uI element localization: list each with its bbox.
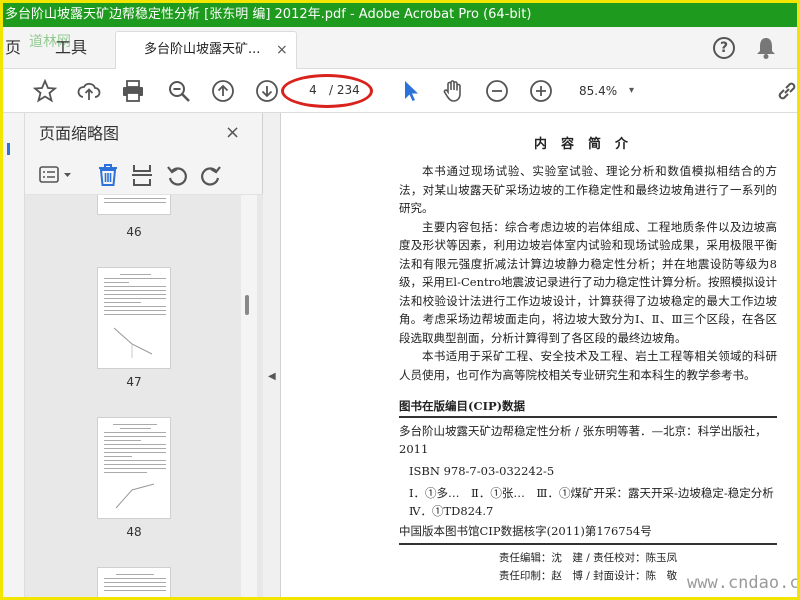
page-thumbnail[interactable] — [97, 417, 171, 519]
tab-bar: 页 道林网 工具 多台阶山坡露天矿... × ? — [3, 27, 797, 69]
thumbnail-panel: 页面缩略图 × 46 47 48 — [25, 113, 263, 597]
rotate-cw-icon[interactable] — [199, 163, 223, 187]
tab-home[interactable]: 页 — [5, 27, 21, 69]
cloud-upload-icon[interactable] — [77, 79, 101, 103]
close-tab-icon[interactable]: × — [276, 32, 288, 68]
page-heading: 内容简介 — [533, 137, 642, 152]
zoom-in-icon[interactable] — [529, 79, 553, 103]
active-panel-indicator — [7, 143, 10, 155]
collapse-arrow-icon[interactable]: ◀ — [268, 371, 276, 382]
help-icon[interactable]: ? — [713, 37, 735, 59]
thumbnail-page-number: 46 — [126, 225, 142, 239]
document-view[interactable]: 内容简介 本书通过现场试验、实验室试验、理论分析和数值模拟相结合的方法，对某山坡… — [281, 113, 797, 597]
bell-icon[interactable] — [755, 36, 777, 60]
main-toolbar: 4 / 234 85.4% ▾ — [3, 69, 797, 113]
extract-icon[interactable] — [131, 163, 153, 187]
thumbnail-toolbar — [25, 155, 263, 195]
thumbnail-page-number: 48 — [126, 525, 142, 539]
document-page: 内容简介 本书通过现场试验、实验室试验、理论分析和数值模拟相结合的方法，对某山坡… — [399, 133, 786, 585]
page-thumbnail[interactable] — [97, 267, 171, 369]
link-icon[interactable] — [775, 79, 799, 103]
page-number-highlight-oval — [281, 74, 373, 108]
page-options-icon[interactable] — [39, 165, 73, 185]
tab-tools[interactable]: 工具 — [55, 27, 87, 69]
cip-number: 中国版本图书馆CIP数据核字(2011)第176754号 — [399, 522, 777, 545]
scrollbar-thumb[interactable] — [245, 295, 249, 315]
page-down-icon[interactable] — [255, 79, 279, 103]
page-thumbnail[interactable] — [97, 567, 171, 597]
chevron-down-icon[interactable]: ▾ — [629, 79, 634, 103]
print-icon[interactable] — [121, 79, 145, 103]
delete-icon[interactable] — [97, 163, 119, 187]
cip-isbn: ISBN 978-7-03-032242-5 — [409, 464, 555, 478]
cip-subjects: Ⅰ．①多… Ⅱ．①张… Ⅲ．①煤矿开采：露天开采-边坡稳定-稳定分析 Ⅳ．①TD… — [409, 486, 786, 518]
tab-document[interactable]: 多台阶山坡露天矿... × — [115, 31, 297, 69]
watermark-bottom: www.cndao.com — [687, 573, 800, 593]
thumbnail-panel-title: 页面缩略图 — [39, 124, 120, 143]
tab-document-label: 多台阶山坡露天矿... — [144, 42, 261, 57]
close-panel-icon[interactable]: × — [225, 122, 240, 143]
credits-line: 责任编辑：沈 建 / 责任校对：陈玉凤 — [498, 552, 678, 564]
paragraph: 本书通过现场试验、实验室试验、理论分析和数值模拟相结合的方法，对某山坡露天矿采场… — [399, 164, 777, 215]
paragraph: 主要内容包括：综合考虑边坡的岩体组成、工程地质条件以及边坡高度及形状等因素，利用… — [399, 219, 778, 345]
panel-splitter[interactable]: ◀ — [263, 113, 281, 597]
thumbnail-list: 46 47 48 — [25, 195, 263, 597]
cip-entry: 多台阶山坡露天矿边帮稳定性分析 / 张东明等著．—北京：科学出版社，2011 — [399, 424, 767, 456]
zoom-value: 85.4% — [579, 84, 618, 98]
page-up-icon[interactable] — [211, 79, 235, 103]
thumbnail-page-number: 47 — [126, 375, 142, 389]
hand-icon[interactable] — [441, 79, 465, 103]
paragraph: 本书适用于采矿工程、安全技术及工程、岩土工程等相关领域的科研人员使用，也可作为高… — [399, 349, 777, 382]
thumbnail-scrollbar[interactable] — [241, 195, 257, 597]
zoom-out-icon[interactable] — [485, 79, 509, 103]
zoom-out-magnifier-icon[interactable] — [167, 79, 191, 103]
select-cursor-icon[interactable] — [399, 79, 423, 103]
star-icon[interactable] — [33, 79, 57, 103]
page-thumbnail[interactable] — [97, 195, 171, 215]
cip-title: 图书在版编目(CIP)数据 — [399, 398, 777, 418]
rotate-ccw-icon[interactable] — [165, 163, 189, 187]
navigation-strip — [3, 113, 25, 597]
window-title: 多台阶山坡露天矿边帮稳定性分析 [张东明 编] 2012年.pdf - Adob… — [3, 3, 797, 27]
acrobat-window: 多台阶山坡露天矿边帮稳定性分析 [张东明 编] 2012年.pdf - Adob… — [0, 0, 800, 600]
